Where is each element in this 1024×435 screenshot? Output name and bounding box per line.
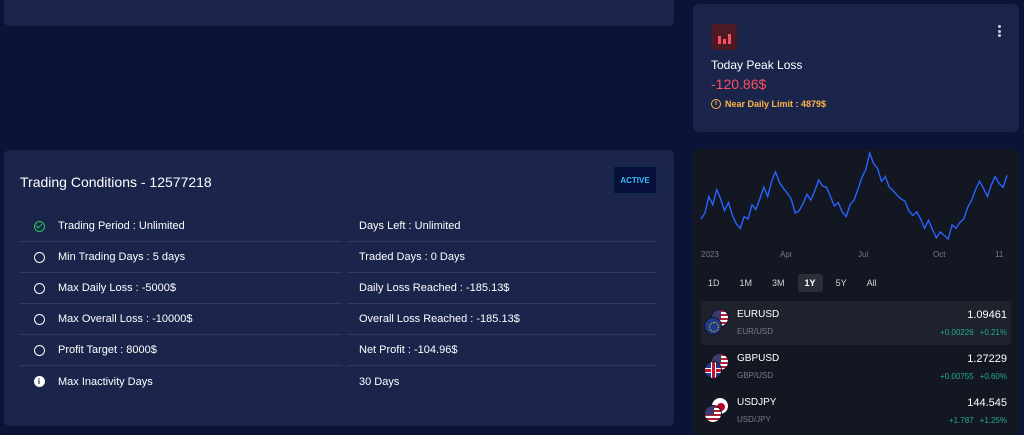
quote-price: 1.09461 <box>967 309 1007 321</box>
peak-loss-title: Today Peak Loss <box>711 58 803 72</box>
range-tabs: 1D 1M 3M 1Y 5Y All <box>701 274 884 292</box>
circle-icon <box>33 344 45 356</box>
quote-price: 144.545 <box>967 397 1007 409</box>
price-chart[interactable]: 2023 Apr Jul Oct 11 <box>693 149 1019 267</box>
warning-icon: i <box>711 99 721 109</box>
quote-change-abs: +0.00226 <box>940 328 974 337</box>
price-series-line <box>700 150 1008 241</box>
eu-flag-icon <box>704 317 722 335</box>
quote-description: EUR/USD <box>737 327 774 336</box>
market-widget: 2023 Apr Jul Oct 11 1D 1M 3M 1Y 5Y All E… <box>693 149 1019 435</box>
more-vertical-icon[interactable] <box>997 25 1001 37</box>
condition-row: Trading Period : Unlimited <box>20 211 342 242</box>
status-row: Traded Days : 0 Days <box>347 242 657 273</box>
quote-row-eurusd[interactable]: EURUSD EUR/USD 1.09461 +0.00226 +0.21% <box>701 301 1011 345</box>
chart-tick-label: 11 <box>995 250 1004 259</box>
condition-text: Max Inactivity Days <box>58 375 153 388</box>
quote-change: +1.787 +1.25% <box>949 416 1007 425</box>
condition-row: Profit Target : 8000$ <box>20 335 342 366</box>
peak-loss-card: Today Peak Loss -120.86$ i Near Daily Li… <box>693 4 1019 132</box>
quote-row-usdjpy[interactable]: USDJPY USD/JPY 144.545 +1.787 +1.25% <box>701 389 1011 433</box>
quote-change-abs: +0.00755 <box>940 372 974 381</box>
quote-change: +0.00755 +0.60% <box>940 372 1007 381</box>
currency-flags <box>704 309 730 335</box>
quote-symbol: USDJPY <box>737 397 777 408</box>
trading-conditions-card: Trading Conditions - 12577218 ACTIVE Tra… <box>4 150 674 426</box>
quote-change-pct: +0.60% <box>979 372 1007 381</box>
currency-flags <box>704 353 730 379</box>
quote-description: GBP/USD <box>737 371 774 380</box>
circle-icon <box>33 251 45 263</box>
circle-icon <box>33 282 45 294</box>
quote-change-abs: +1.787 <box>948 416 974 425</box>
condition-row: Max Overall Loss : -10000$ <box>20 304 342 335</box>
status-row: Days Left : Unlimited <box>347 211 657 242</box>
status-text: Traded Days : 0 Days <box>359 251 465 263</box>
condition-text: Max Overall Loss : -10000$ <box>58 313 193 325</box>
status-text: Overall Loss Reached : -185.13$ <box>359 313 520 325</box>
condition-text: Trading Period : Unlimited <box>58 220 185 232</box>
condition-text: Profit Target : 8000$ <box>58 344 157 356</box>
status-text: 30 Days <box>359 375 400 388</box>
condition-text: Min Trading Days : 5 days <box>58 251 186 263</box>
status-badge: ACTIVE <box>613 166 657 194</box>
bar-chart-icon <box>711 24 737 50</box>
info-icon: i <box>33 376 45 387</box>
quote-symbol: EURUSD <box>737 309 780 320</box>
condition-row: Min Trading Days : 5 days <box>20 242 342 273</box>
daily-limit-warning: i Near Daily Limit : 4879$ <box>711 99 826 109</box>
range-tab-5y[interactable]: 5Y <box>829 274 854 292</box>
range-tab-all[interactable]: All <box>860 274 884 292</box>
quote-change-pct: +0.21% <box>979 328 1007 337</box>
chart-tick-label: Oct <box>933 250 946 259</box>
range-tab-1y[interactable]: 1Y <box>797 274 823 292</box>
quote-symbol: GBPUSD <box>737 353 780 364</box>
status-text: Net Profit : -104.96$ <box>359 344 458 356</box>
status-row: Overall Loss Reached : -185.13$ <box>347 304 657 335</box>
chart-tick-label: Jul <box>858 250 868 259</box>
quote-price: 1.27229 <box>967 353 1007 365</box>
range-tab-3m[interactable]: 3M <box>765 274 792 292</box>
currency-flags <box>704 397 730 423</box>
trading-conditions-title: Trading Conditions - 12577218 <box>20 174 212 190</box>
circle-icon <box>33 313 45 325</box>
peak-loss-value: -120.86$ <box>711 76 767 92</box>
quote-change: +0.00226 +0.21% <box>940 328 1007 337</box>
range-tab-1d[interactable]: 1D <box>701 274 727 292</box>
status-text: Days Left : Unlimited <box>359 220 461 232</box>
quote-description: USD/JPY <box>737 415 771 424</box>
chart-tick-label: Apr <box>780 250 793 259</box>
quote-change-pct: +1.25% <box>979 416 1007 425</box>
quote-row-gbpusd[interactable]: GBPUSD GBP/USD 1.27229 +0.00755 +0.60% <box>701 345 1011 389</box>
top-card <box>4 0 674 26</box>
condition-row: i Max Inactivity Days <box>20 366 342 397</box>
status-text: Daily Loss Reached : -185.13$ <box>359 282 510 294</box>
us-flag-icon <box>704 405 722 423</box>
range-tab-1m[interactable]: 1M <box>733 274 760 292</box>
chart-tick-label: 2023 <box>701 250 719 259</box>
check-circle-icon <box>33 220 45 232</box>
condition-row: Max Daily Loss : -5000$ <box>20 273 342 304</box>
daily-limit-warning-text: Near Daily Limit : 4879$ <box>725 99 827 109</box>
condition-text: Max Daily Loss : -5000$ <box>58 282 176 294</box>
gb-flag-icon <box>704 361 722 379</box>
status-row: Daily Loss Reached : -185.13$ <box>347 273 657 304</box>
status-row: 30 Days <box>347 366 657 397</box>
status-row: Net Profit : -104.96$ <box>347 335 657 366</box>
